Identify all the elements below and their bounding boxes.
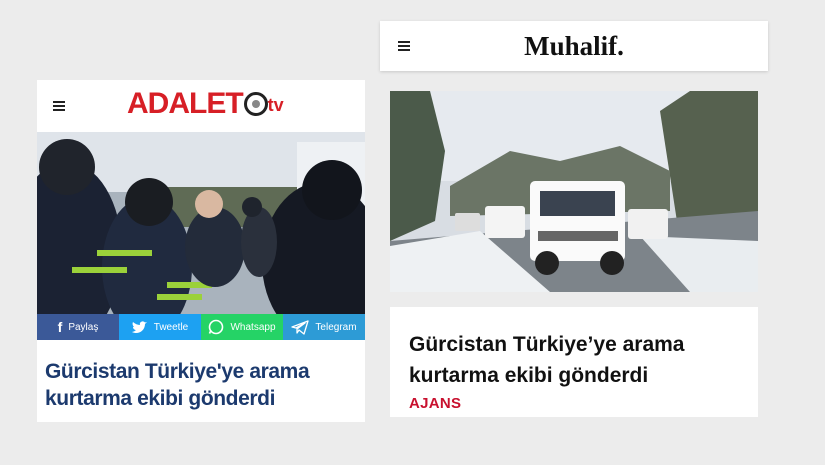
article-photo <box>37 132 365 314</box>
article-photo <box>390 91 758 292</box>
article-title-card: Gürcistan Türkiye'ye arama kurtarma ekib… <box>37 340 365 422</box>
article-headline[interactable]: Gürcistan Türkiye'ye arama kurtarma ekib… <box>45 358 355 412</box>
menu-icon[interactable] <box>53 101 65 111</box>
share-bar: f Paylaş Tweetle Whatsapp Telegram <box>37 314 365 340</box>
whatsapp-share-button[interactable]: Whatsapp <box>201 314 283 340</box>
facebook-share-button[interactable]: f Paylaş <box>37 314 119 340</box>
source-label[interactable]: AJANS <box>409 395 461 412</box>
muhalif-logo[interactable]: Muhalif. <box>380 31 768 62</box>
article-headline[interactable]: Gürcistan Türkiye’ye arama kurtarma ekib… <box>409 329 749 391</box>
facebook-icon: f <box>57 319 63 335</box>
article-title-card: Gürcistan Türkiye’ye arama kurtarma ekib… <box>390 307 758 417</box>
twitter-share-button[interactable]: Tweetle <box>119 314 201 340</box>
telegram-share-button[interactable]: Telegram <box>283 314 365 340</box>
muhalif-header: Muhalif. <box>380 21 768 71</box>
adalet-seal-icon <box>243 92 268 116</box>
telegram-icon <box>291 319 310 335</box>
adalet-logo[interactable]: ADALET tv <box>127 86 284 123</box>
adalet-header: ADALET tv <box>37 80 365 132</box>
whatsapp-icon <box>209 319 224 335</box>
twitter-icon <box>131 320 147 333</box>
